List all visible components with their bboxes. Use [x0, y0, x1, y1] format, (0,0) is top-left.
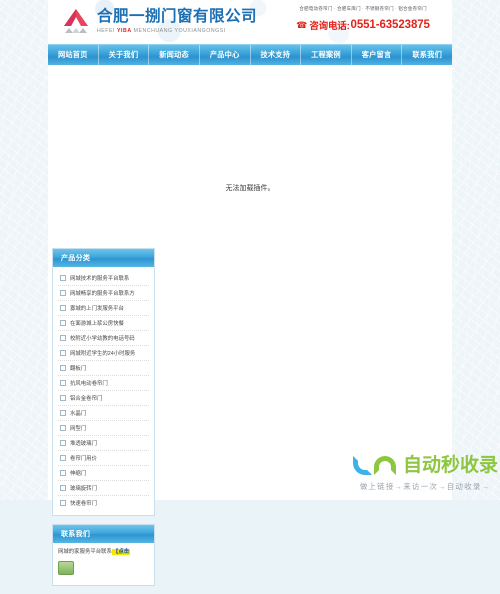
product-category-title: 产品分类	[61, 255, 91, 262]
bullet-icon	[60, 470, 66, 476]
house-roof-logo-icon	[61, 6, 91, 36]
bullet-icon	[60, 305, 66, 311]
qq-chat-icon[interactable]	[58, 561, 74, 575]
list-item[interactable]: 卷帘门用价	[58, 451, 149, 466]
list-item[interactable]: 水晶门	[58, 406, 149, 421]
list-item-label: 堆透玻璃门	[70, 441, 97, 447]
product-category-list: 网城技术的服务平台联系 网城畅享的服务平台联系方 寡城的上门发服务平台 在面游城…	[53, 267, 154, 515]
nav-item-contact[interactable]: 联系我们	[402, 45, 452, 65]
main-navigation: 网站首页 关于我们 新闻动态 产品中心 技术支持 工程案例 客户留言 联系我们	[48, 44, 452, 65]
company-name-cn: 合肥一捌门窗有限公司	[97, 7, 258, 25]
nav-item-about[interactable]: 关于我们	[99, 45, 150, 65]
contact-click-link[interactable]: 【点击	[111, 549, 131, 555]
list-item[interactable]: 网城附近学生的24小时服务	[58, 346, 149, 361]
list-item[interactable]: 抗风电动卷帘门	[58, 376, 149, 391]
bullet-icon	[60, 350, 66, 356]
list-item[interactable]: 翻板门	[58, 361, 149, 376]
list-item-label: 网城技术的服务平台联系	[70, 276, 130, 282]
company-en-post: MENCHUANG YOUXIANGONGSI	[131, 27, 226, 34]
bullet-icon	[60, 320, 66, 326]
list-item[interactable]: 网城技术的服务平台联系	[58, 271, 149, 286]
product-category-panel: 产品分类 网城技术的服务平台联系 网城畅享的服务平台联系方 寡城的上门发服务平台…	[52, 248, 155, 516]
header-slogan: 合肥电动卷帘门 · 合肥车库门 · 不锈钢卷帘门 · 铝合金卷帘门	[299, 6, 427, 11]
list-item-label: 铝合金卷帘门	[70, 396, 103, 402]
list-item[interactable]: 网城畅享的服务平台联系方	[58, 286, 149, 301]
bullet-icon	[60, 455, 66, 461]
plugin-error-message: 无法加载插件。	[225, 185, 275, 192]
list-item[interactable]: 校附近小学幼教的电话号码	[58, 331, 149, 346]
bullet-icon	[60, 500, 66, 506]
contact-panel: 联系我们 网城的家服务平台联系【点击	[52, 524, 155, 586]
bullet-icon	[60, 275, 66, 281]
list-item-label: 水晶门	[70, 411, 87, 417]
telephone-label: 咨询电话:	[309, 21, 350, 32]
contact-panel-body: 网城的家服务平台联系【点击	[53, 543, 154, 585]
list-item[interactable]: 在面游城上浆公房快餐	[58, 316, 149, 331]
list-item-label: 在面游城上浆公房快餐	[70, 321, 124, 327]
nav-item-cases[interactable]: 工程案例	[301, 45, 352, 65]
list-item[interactable]: 玻璃旋转门	[58, 481, 149, 496]
logo-title-wrap: 合肥一捌门窗有限公司 HEFEI YIBA MENCHUANG YOUXIANG…	[97, 8, 257, 35]
list-item[interactable]: 铝合金卷帘门	[58, 391, 149, 406]
logo-block[interactable]: 合肥一捌门窗有限公司 HEFEI YIBA MENCHUANG YOUXIANG…	[61, 6, 257, 36]
list-item-label: 网城畅享的服务平台联系方	[70, 291, 135, 297]
telephone-number: 0551-63523875	[350, 19, 430, 31]
list-item-label: 校附近小学幼教的电话号码	[70, 336, 135, 342]
nav-item-home[interactable]: 网站首页	[48, 45, 99, 65]
list-item[interactable]: 堆透玻璃门	[58, 436, 149, 451]
list-item-label: 寡城的上门发服务平台	[70, 306, 124, 312]
bullet-icon	[60, 425, 66, 431]
list-item-label: 快速卷帘门	[70, 501, 97, 507]
contact-text: 网城的家服务平台联系	[58, 549, 112, 555]
list-item-label: 网城附近学生的24小时服务	[70, 351, 136, 357]
list-item[interactable]: 网型门	[58, 421, 149, 436]
main-content: 无法加载插件。 产品分类 网城技术的服务平台联系 网城畅享的服务平台联系方 寡城…	[48, 65, 452, 586]
bullet-icon	[60, 485, 66, 491]
list-item[interactable]: 伸缩门	[58, 466, 149, 481]
list-item-label: 抗风电动卷帘门	[70, 381, 108, 387]
site-header: 合肥一捌门窗有限公司 HEFEI YIBA MENCHUANG YOUXIANG…	[48, 0, 452, 44]
company-en-pre: HEFEI	[97, 27, 118, 34]
nav-item-support[interactable]: 技术支持	[251, 45, 302, 65]
contact-panel-header: 联系我们	[53, 525, 154, 543]
product-category-header: 产品分类	[53, 249, 154, 267]
header-contact-block: 合肥电动卷帘门 · 合肥车库门 · 不锈钢卷帘门 · 铝合金卷帘门 ☎ 咨询电话…	[282, 5, 444, 32]
list-item-label: 伸缩门	[70, 471, 87, 477]
bullet-icon	[60, 335, 66, 341]
list-item[interactable]: 快速卷帘门	[58, 496, 149, 510]
nav-item-news[interactable]: 新闻动态	[149, 45, 200, 65]
bullet-icon	[60, 410, 66, 416]
company-name-en: HEFEI YIBA MENCHUANG YOUXIANGONGSI	[97, 27, 257, 35]
nav-item-feedback[interactable]: 客户留言	[352, 45, 403, 65]
list-item-label: 卷帘门用价	[70, 456, 97, 462]
contact-panel-title: 联系我们	[61, 531, 91, 538]
nav-item-products[interactable]: 产品中心	[200, 45, 251, 65]
telephone-icon: ☎	[296, 19, 308, 30]
list-item[interactable]: 寡城的上门发服务平台	[58, 301, 149, 316]
telephone-line: ☎ 咨询电话: 0551-63523875	[282, 18, 444, 32]
bullet-icon	[60, 380, 66, 386]
bullet-icon	[60, 290, 66, 296]
company-en-highlight: YIBA	[117, 27, 132, 34]
bullet-icon	[60, 440, 66, 446]
list-item-label: 玻璃旋转门	[70, 486, 97, 492]
sidebar: 产品分类 网城技术的服务平台联系 网城畅享的服务平台联系方 寡城的上门发服务平台…	[52, 248, 155, 594]
list-item-label: 翻板门	[70, 366, 87, 372]
site-wrapper: 合肥一捌门窗有限公司 HEFEI YIBA MENCHUANG YOUXIANG…	[48, 0, 452, 586]
list-item-label: 网型门	[70, 426, 87, 432]
bullet-icon	[60, 395, 66, 401]
bullet-icon	[60, 365, 66, 371]
